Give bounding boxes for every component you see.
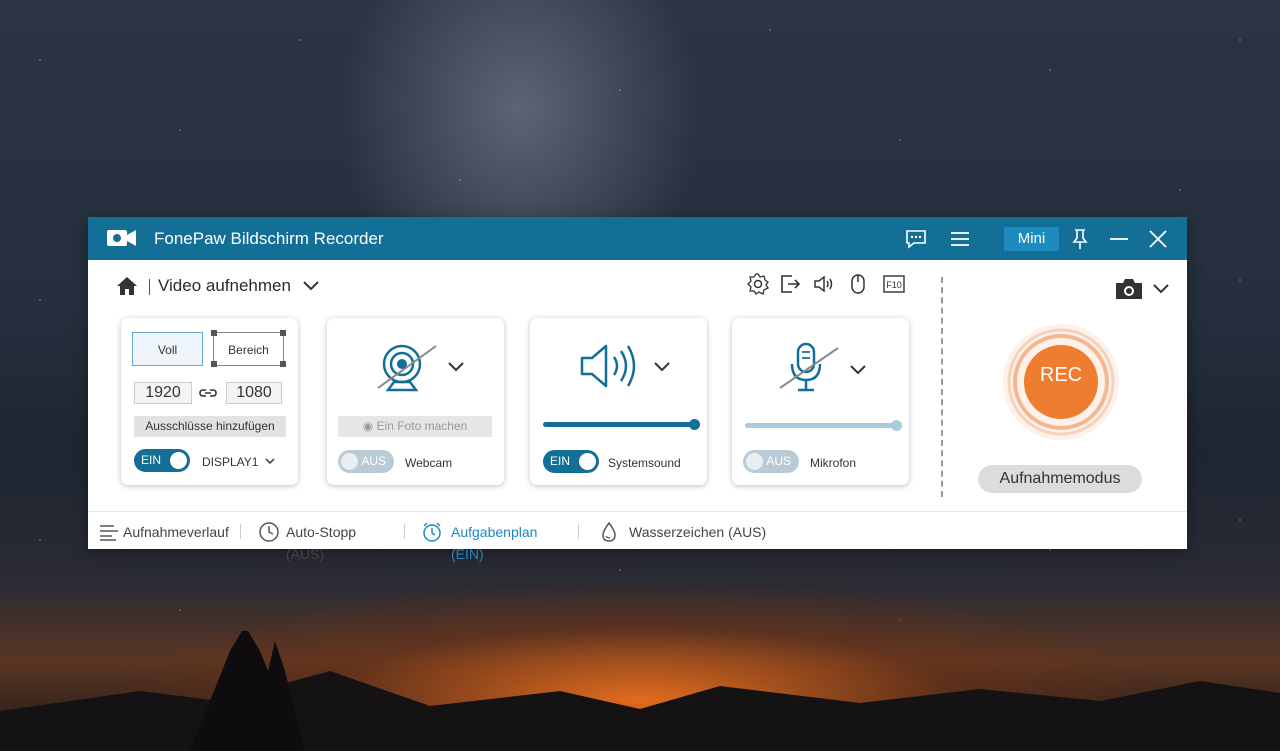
feedback-icon[interactable] [904,227,928,251]
clock-icon [259,522,279,542]
webcam-card: ◉ Ein Foto machen AUS Webcam [327,318,504,485]
toggle-knob [170,452,187,469]
width-input[interactable]: 1920 [134,382,192,404]
toggle-label: AUS [766,454,791,468]
bottom-divider [240,524,241,539]
auto-stop-label: Auto-Stopp (AUS) [286,524,357,562]
link-icon[interactable] [199,386,217,400]
schedule-link[interactable]: Aufgabenplan (EIN) [421,521,571,562]
webcam-icon[interactable] [374,340,438,396]
bottom-divider [578,524,579,539]
mic-toggle[interactable]: AUS [743,450,799,473]
toggle-knob [746,453,763,470]
toggle-knob [579,453,596,470]
chevron-down-icon[interactable] [1152,283,1170,295]
close-icon[interactable] [1146,227,1170,251]
region-handle [280,361,286,367]
chevron-down-icon[interactable] [849,364,867,376]
minimize-icon[interactable] [1107,227,1131,251]
history-label: Aufnahmeverlauf [123,524,229,540]
app-title: FonePaw Bildschirm Recorder [154,229,384,248]
screen-card: Voll Bereich 1920 1080 Ausschlüsse hinzu… [121,318,298,485]
microphone-icon[interactable] [776,340,840,396]
camera-small-icon: ◉ [362,419,377,433]
bottom-divider [404,524,405,539]
panel-divider [941,277,943,497]
mic-volume-slider[interactable] [745,423,897,428]
watermark-link[interactable]: Wasserzeichen (AUS) [598,521,768,543]
chevron-down-icon[interactable] [302,280,320,292]
toggle-label: EIN [550,454,571,468]
page-title[interactable]: Video aufnehmen [158,276,291,296]
region-handle [211,330,217,336]
alarm-clock-icon [423,522,441,542]
watermark-label: Wasserzeichen (AUS) [629,524,767,540]
mode-header: Video aufnehmen F10 [88,260,938,308]
pin-icon[interactable] [1068,227,1092,251]
take-photo-label: Ein Foto machen [376,419,468,433]
region-button[interactable]: Bereich [213,332,284,366]
chevron-down-icon[interactable] [653,361,671,373]
history-link[interactable]: Aufnahmeverlauf [98,521,229,543]
systemsound-volume-slider[interactable] [543,422,695,427]
menu-icon[interactable] [948,227,972,251]
chevron-down-icon[interactable] [447,361,465,373]
auto-stop-link[interactable]: Auto-Stopp (AUS) [258,521,398,562]
speaker-large-icon[interactable] [578,340,638,392]
mic-card: AUS Mikrofon [732,318,909,485]
export-icon[interactable] [778,272,802,296]
systemsound-toggle[interactable]: EIN [543,450,599,473]
recording-mode-button[interactable]: Aufnahmemodus [978,465,1142,493]
add-exclusions-button[interactable]: Ausschlüsse hinzufügen [134,416,286,437]
chevron-down-icon[interactable] [264,457,276,465]
mic-label: Mikrofon [810,456,857,470]
recorder-window: FonePaw Bildschirm Recorder Mini Video a… [88,217,1187,562]
region-handle [211,361,217,367]
toggle-knob [341,453,358,470]
svg-text:F10: F10 [886,280,902,290]
height-input[interactable]: 1080 [226,382,282,404]
systemsound-card: EIN Systemsound [530,318,707,485]
display-select[interactable]: DISPLAY1 [202,455,258,469]
bottom-bar: Aufnahmeverlauf Auto-Stopp (AUS) Aufgabe… [88,511,1187,562]
rec-label: REC [1039,364,1083,386]
camera-icon[interactable] [1114,277,1144,301]
slider-knob[interactable] [689,419,700,430]
speaker-icon[interactable] [812,272,836,296]
toggle-label: EIN [141,453,162,467]
f10-icon[interactable]: F10 [882,272,906,296]
full-screen-label: Voll [157,343,178,357]
full-screen-button[interactable]: Voll [132,332,203,366]
title-bar: FonePaw Bildschirm Recorder Mini [88,217,1187,260]
mountain-silhouette [0,631,1280,751]
gear-icon[interactable] [746,272,770,296]
list-icon [100,525,118,541]
slider-knob[interactable] [891,420,902,431]
systemsound-label: Systemsound [608,456,681,470]
mouse-icon[interactable] [846,272,870,296]
webcam-label: Webcam [405,456,453,470]
drop-icon [602,521,616,542]
home-icon[interactable] [116,275,138,297]
header-divider [149,279,150,295]
take-photo-button[interactable]: ◉ Ein Foto machen [338,416,492,437]
region-handle [280,330,286,336]
region-label: Bereich [228,343,269,357]
webcam-toggle[interactable]: AUS [338,450,394,473]
screen-toggle[interactable]: EIN [134,449,190,472]
mini-button[interactable]: Mini [1004,227,1059,251]
schedule-label: Aufgabenplan (EIN) [451,524,538,562]
app-logo-icon [107,230,136,246]
toggle-label: AUS [361,454,386,468]
